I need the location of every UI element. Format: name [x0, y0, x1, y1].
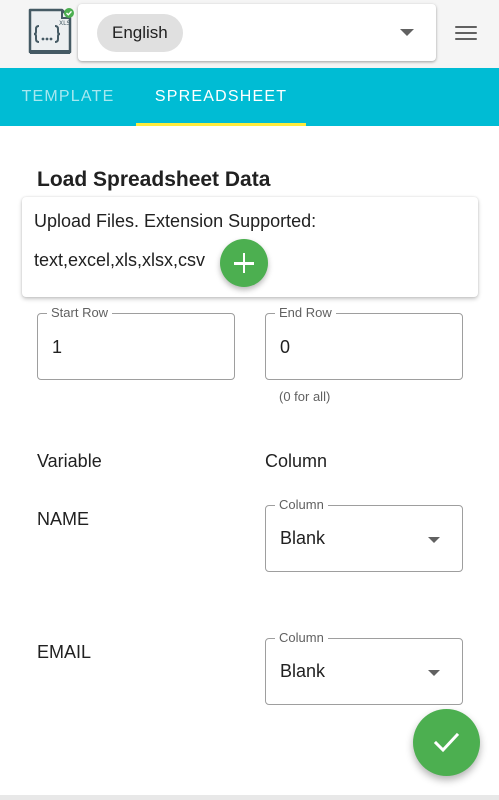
bottom-divider: [0, 795, 499, 800]
hamburger-menu-icon[interactable]: [452, 22, 480, 46]
column-select-label: Column: [275, 497, 328, 513]
tab-spreadsheet[interactable]: SPREADSHEET: [136, 68, 306, 126]
end-row-value: 0: [280, 337, 291, 357]
column-select-value: Blank: [280, 661, 326, 681]
column-select-label: Column: [275, 630, 328, 646]
spreadsheet-code-logo-icon: XLS: [24, 6, 76, 58]
variable-column-header: Variable: [37, 451, 102, 471]
language-chip: English: [97, 14, 183, 52]
chevron-down-icon: [428, 670, 440, 676]
app-header: XLS English: [0, 0, 499, 68]
chevron-down-icon: [428, 537, 440, 543]
spreadsheet-panel: Load Spreadsheet Data Upload Files. Exte…: [0, 126, 499, 800]
variable-email: EMAIL: [37, 642, 92, 662]
tab-bar: TEMPLATE SPREADSHEET: [0, 68, 499, 126]
end-row-helper-text: (0 for all): [279, 389, 331, 404]
column-select-value: Blank: [280, 528, 326, 548]
confirm-button[interactable]: [413, 709, 480, 776]
chevron-down-icon: [400, 29, 414, 36]
column-select-name[interactable]: Column Blank: [265, 497, 463, 572]
upload-instructions: Upload Files. Extension Supported:: [34, 211, 317, 231]
end-row-field[interactable]: End Row 0: [265, 305, 463, 380]
tab-template[interactable]: TEMPLATE: [0, 68, 136, 126]
column-column-header: Column: [265, 451, 328, 471]
start-row-value: 1: [52, 337, 63, 357]
svg-text:XLS: XLS: [59, 20, 70, 27]
end-row-label: End Row: [275, 305, 336, 321]
language-select[interactable]: English: [78, 4, 436, 61]
column-select-email[interactable]: Column Blank: [265, 630, 463, 705]
upload-card: Upload Files. Extension Supported: text,…: [22, 197, 478, 297]
start-row-field[interactable]: Start Row 1: [37, 305, 235, 380]
start-row-label: Start Row: [47, 305, 113, 321]
page-title: Load Spreadsheet Data: [37, 168, 271, 191]
checkmark-icon: [433, 732, 460, 753]
supported-extensions: text,excel,xls,xlsx,csv: [34, 250, 206, 270]
add-file-button[interactable]: [220, 239, 268, 287]
variable-name: NAME: [37, 509, 90, 529]
